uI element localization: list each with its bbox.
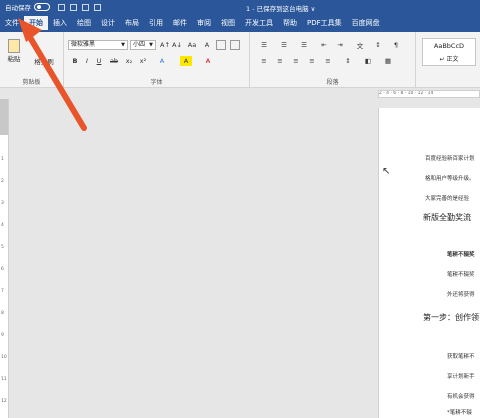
tab-pdf-tools[interactable]: PDF工具集 xyxy=(302,16,347,32)
undo-icon[interactable] xyxy=(70,3,77,11)
increase-indent-icon[interactable]: ⇥ xyxy=(334,40,346,50)
horizontal-ruler[interactable]: 2 · 4 · 6 · 8 · 10 · 12 · 14 xyxy=(0,89,480,99)
tab-baidu-netdisk[interactable]: 百度网盘 xyxy=(347,16,385,32)
align-right-icon[interactable]: ≡ xyxy=(290,56,302,66)
show-marks-icon[interactable]: ¶ xyxy=(390,40,402,50)
superscript-button[interactable]: x² xyxy=(138,56,148,66)
enclose-char-icon[interactable] xyxy=(230,40,240,50)
styles-group: AaBbCcD ↵ 正文 xyxy=(416,32,480,88)
tab-home[interactable]: 开始 xyxy=(24,16,48,32)
distributed-icon[interactable]: ≡ xyxy=(322,56,334,66)
tab-insert[interactable]: 插入 xyxy=(48,16,72,32)
font-group-label: 字体 xyxy=(150,79,163,86)
doc-line: 格和用户等级升级。 xyxy=(425,176,475,182)
redo-icon[interactable] xyxy=(82,3,89,11)
shading-icon[interactable]: ◧ xyxy=(362,56,374,66)
bold-button[interactable]: B xyxy=(70,56,80,66)
doc-line: 获取笔耕不 xyxy=(447,354,475,360)
document-page[interactable]: 百度经验新百家计划 格和用户等级升级。 大家完善的是经验 新版全勤奖流 笔耕不辍… xyxy=(378,108,480,418)
underline-button[interactable]: U xyxy=(94,56,104,66)
chevron-down-icon: ▼ xyxy=(121,42,125,48)
ribbon-tabs: 文件 开始 插入 绘图 设计 布局 引用 邮件 审阅 视图 开发工具 帮助 PD… xyxy=(0,14,480,32)
font-name-select[interactable]: 微软雅黑 ▼ xyxy=(68,40,128,50)
quick-access-toolbar xyxy=(58,3,101,11)
style-normal[interactable]: AaBbCcD ↵ 正文 xyxy=(422,38,476,66)
font-size-select[interactable]: 小四 ▼ xyxy=(130,40,156,50)
tab-file[interactable]: 文件 xyxy=(0,16,24,32)
clipboard-group: 粘贴 格式刷 剪贴板 xyxy=(0,32,64,88)
chevron-down-icon: ▼ xyxy=(149,42,153,48)
tab-draw[interactable]: 绘图 xyxy=(72,16,96,32)
doc-heading: 第一步：创作领 xyxy=(423,313,479,322)
tab-references[interactable]: 引用 xyxy=(144,16,168,32)
phonetic-guide-icon[interactable] xyxy=(216,40,226,50)
doc-line: 百度经验新百家计划 xyxy=(425,156,475,162)
strikethrough-button[interactable]: ab xyxy=(108,56,120,66)
multilevel-list-icon[interactable]: ☰ xyxy=(298,40,310,50)
doc-line: 享计划新手 xyxy=(447,374,475,380)
vertical-ruler-margin xyxy=(0,99,8,135)
sort-icon[interactable]: ↕ xyxy=(372,40,384,50)
doc-line: 外还将获得 xyxy=(447,292,475,298)
save-icon[interactable] xyxy=(58,3,65,11)
tab-mailings[interactable]: 邮件 xyxy=(168,16,192,32)
tab-design[interactable]: 设计 xyxy=(96,16,120,32)
customize-icon[interactable] xyxy=(94,3,101,11)
ruler-track: 2 · 4 · 6 · 8 · 10 · 12 · 14 xyxy=(378,90,480,98)
autosave-label: 自动保存 xyxy=(5,4,31,12)
subscript-button[interactable]: x₂ xyxy=(124,56,134,66)
doc-line: *笔耕不辍 xyxy=(447,410,472,416)
tab-developer[interactable]: 开发工具 xyxy=(240,16,278,32)
mouse-cursor-icon: ↖ xyxy=(382,166,391,177)
change-case-button[interactable]: Aa xyxy=(186,40,198,50)
text-effects-button[interactable]: A xyxy=(156,56,168,66)
paste-icon xyxy=(8,39,20,53)
title-bar: 自动保存 1 - 已保存到这台电脑 ∨ xyxy=(0,0,480,14)
doc-line: 有机会获得 xyxy=(447,394,475,400)
justify-icon[interactable]: ≡ xyxy=(306,56,318,66)
borders-icon[interactable]: ▦ xyxy=(382,56,394,66)
align-left-icon[interactable]: ≡ xyxy=(258,56,270,66)
decrease-indent-icon[interactable]: ⇤ xyxy=(318,40,330,50)
clear-format-button[interactable]: A xyxy=(202,40,212,50)
tab-help[interactable]: 帮助 xyxy=(278,16,302,32)
bullets-icon[interactable]: ☰ xyxy=(258,40,270,50)
doc-line: 笔耕不辍奖 xyxy=(447,252,475,258)
tab-view[interactable]: 视图 xyxy=(216,16,240,32)
font-color-button[interactable]: A xyxy=(202,56,214,66)
format-painter-button[interactable]: 格式刷 xyxy=(28,56,60,66)
italic-button[interactable]: I xyxy=(82,56,92,66)
paste-button[interactable]: 粘贴 xyxy=(4,36,24,66)
ribbon: 粘贴 格式刷 剪贴板 微软雅黑 ▼ 小四 ▼ A↑ A↓ Aa A B I U ab… xyxy=(0,32,480,88)
doc-line: 笔耕不辍奖 xyxy=(447,272,475,278)
clipboard-group-label: 剪贴板 xyxy=(22,79,41,86)
paragraph-group: ☰ ☰ ☰ ⇤ ⇥ 文 ↕ ¶ ≡ ≡ ≡ ≡ ≡ ↕ ◧ ▦ 段落 xyxy=(250,32,416,88)
font-group: 微软雅黑 ▼ 小四 ▼ A↑ A↓ Aa A B I U ab x₂ x² A A … xyxy=(64,32,250,88)
numbering-icon[interactable]: ☰ xyxy=(278,40,290,50)
tab-review[interactable]: 审阅 xyxy=(192,16,216,32)
tab-layout[interactable]: 布局 xyxy=(120,16,144,32)
doc-heading: 新版全勤奖流 xyxy=(423,213,471,222)
vertical-ruler[interactable]: 1 2 3 4 5 6 7 8 9 10 11 12 xyxy=(0,99,9,418)
paragraph-group-label: 段落 xyxy=(326,79,339,86)
autosave-toggle[interactable] xyxy=(34,3,50,11)
shrink-font-button[interactable]: A↓ xyxy=(172,40,182,50)
line-spacing-icon[interactable]: ↕ xyxy=(342,56,354,66)
chinese-layout-icon[interactable]: 文 xyxy=(354,40,366,50)
document-title[interactable]: 1 - 已保存到这台电脑 ∨ xyxy=(246,3,315,13)
align-center-icon[interactable]: ≡ xyxy=(274,56,286,66)
highlight-button[interactable]: A xyxy=(180,56,192,66)
doc-line: 大家完善的是经验 xyxy=(425,196,470,202)
grow-font-button[interactable]: A↑ xyxy=(160,40,170,50)
paste-label: 粘贴 xyxy=(7,55,21,63)
